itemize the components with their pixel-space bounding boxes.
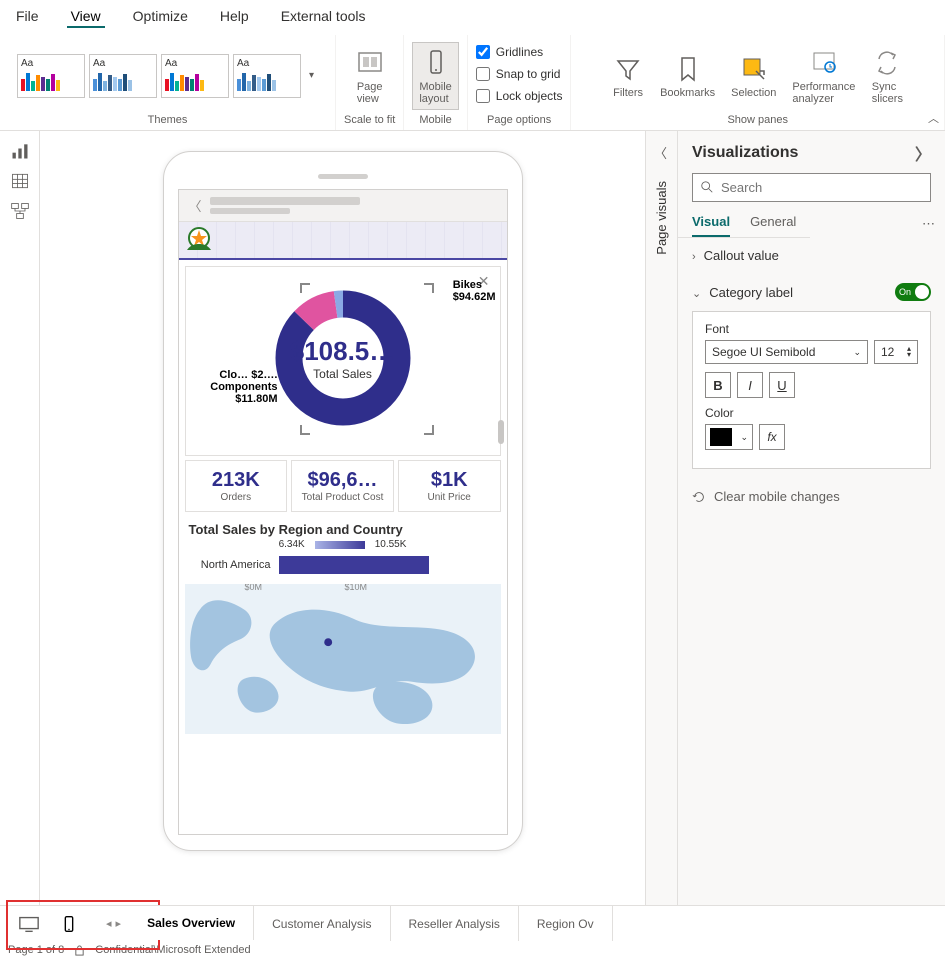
tab-visual[interactable]: Visual [692,214,730,237]
company-logo-icon [185,226,217,254]
map-visual[interactable]: $0M $10M [185,584,501,734]
report-canvas: 〈 ✕ $108.5… [40,131,645,905]
donut-center-value: $108.5… [290,336,396,367]
more-options-icon[interactable]: ⋯ [912,212,945,236]
menu-external-tools[interactable]: External tools [277,6,370,28]
category-label-settings: Font Segoe UI Semibold⌄ 12▴▾ B I U Color… [692,311,931,469]
fx-button[interactable]: fx [759,424,785,450]
kpi-unit-price[interactable]: $1KUnit Price [398,460,501,512]
search-input[interactable] [692,173,931,202]
filters-pane-button[interactable]: Filters [605,48,651,104]
sensitivity-label: Confidential\Microsoft Extended [95,944,250,956]
scrollbar-thumb[interactable] [498,420,504,444]
underline-button[interactable]: U [769,372,795,398]
menu-view[interactable]: View [67,6,105,28]
visualizations-panel: Visualizations 〉 Visual General ⋯ ›Callo… [677,131,945,905]
lock-icon [74,945,85,956]
tab-scroll-right-icon[interactable]: ▸ [116,917,122,930]
report-view-icon[interactable] [10,141,30,161]
italic-button[interactable]: I [737,372,763,398]
tab-scroll-left-icon[interactable]: ◂ [106,917,112,930]
color-picker[interactable]: ⌄ [705,424,753,450]
page-view-button[interactable]: Page view [347,42,393,110]
mobile-header: 〈 [179,190,507,222]
kpi-product-cost[interactable]: $96,6…Total Product Cost [291,460,394,512]
mobile-frame: 〈 ✕ $108.5… [163,151,523,851]
color-label: Color [705,406,918,420]
theme-swatch-2[interactable]: Aa [89,54,157,98]
page-tab-customer-analysis[interactable]: Customer Analysis [254,906,390,941]
category-label-toggle[interactable]: On [895,283,931,301]
page-tab-sales-overview[interactable]: Sales Overview [129,905,254,940]
back-icon[interactable]: 〈 [189,196,202,215]
page-tab-bar: ◂ ▸ Sales Overview Customer Analysis Rese… [0,905,945,941]
performance-analyzer-button[interactable]: Performance analyzer [785,42,862,110]
sync-slicers-button[interactable]: Sync slicers [864,42,910,110]
bar-chart-title: Total Sales by Region and Country [179,514,507,539]
kpi-orders[interactable]: 213KOrders [185,460,288,512]
ribbon-group-page-options-label: Page options [487,112,551,126]
status-bar: Page 1 of 8 Confidential\Microsoft Exten… [0,941,945,959]
viz-panel-title: Visualizations [692,144,798,162]
theme-swatch-1[interactable]: Aa [17,54,85,98]
font-family-select[interactable]: Segoe UI Semibold⌄ [705,340,868,364]
page-tab-region[interactable]: Region Ov [519,906,613,941]
menu-help[interactable]: Help [216,6,253,28]
kpi-row: 213KOrders $96,6…Total Product Cost $1KU… [185,460,501,512]
callout-value-group[interactable]: ›Callout value [678,238,945,273]
themes-dropdown-icon[interactable]: ▾ [305,70,318,81]
page-indicator: Page 1 of 8 [8,944,64,956]
mobile-layout-icon[interactable] [58,915,80,933]
chevron-left-icon[interactable]: 〈 [646,131,677,174]
ribbon-collapse-icon[interactable]: ︿ [928,110,939,126]
selection-pane-button[interactable]: Selection [724,48,783,104]
data-view-icon[interactable] [10,171,30,191]
left-view-rail [0,131,40,905]
bold-button[interactable]: B [705,372,731,398]
font-label: Font [705,322,918,336]
donut-center-label: Total Sales [290,367,396,381]
chevron-right-icon[interactable]: 〉 [915,141,931,165]
ribbon-group-mobile-label: Mobile [419,112,451,126]
desktop-layout-icon[interactable] [18,915,40,933]
ribbon-group-show-panes-label: Show panes [727,112,788,126]
snap-to-grid-checkbox[interactable]: Snap to grid [476,65,561,83]
donut-visual[interactable]: ✕ $108.5… Total Sales Bikes$94.62M [185,266,501,456]
bar-row-north-america[interactable]: North America [179,550,507,580]
page-visuals-collapsed[interactable]: 〈 Page visuals [645,131,677,905]
menu-optimize[interactable]: Optimize [129,6,192,28]
bookmarks-pane-button[interactable]: Bookmarks [653,48,722,104]
clear-mobile-changes[interactable]: Clear mobile changes [678,479,945,514]
menubar: File View Optimize Help External tools [0,0,945,35]
mobile-layout-button[interactable]: Mobile layout [412,42,458,110]
model-view-icon[interactable] [10,201,30,221]
font-size-input[interactable]: 12▴▾ [874,340,918,364]
gridlines-checkbox[interactable]: Gridlines [476,43,543,61]
revert-icon [692,490,706,504]
page-tab-reseller-analysis[interactable]: Reseller Analysis [391,906,519,941]
menu-file[interactable]: File [12,6,43,28]
ribbon-group-themes-label: Themes [148,112,188,126]
viz-search[interactable] [692,173,931,202]
ribbon: Aa Aa Aa Aa ▾ Themes Page view Scale to … [0,35,945,131]
phone-speaker [318,174,368,179]
lock-objects-checkbox[interactable]: Lock objects [476,87,563,105]
bar-legend: 6.34K10.55K [179,539,507,550]
category-label-group[interactable]: ⌄Category label On [678,273,945,311]
ribbon-group-scale-label: Scale to fit [344,112,395,126]
theme-swatch-4[interactable]: Aa [233,54,301,98]
tab-general[interactable]: General [750,214,796,237]
theme-swatch-3[interactable]: Aa [161,54,229,98]
logo-strip [179,222,507,260]
search-icon [700,180,714,194]
